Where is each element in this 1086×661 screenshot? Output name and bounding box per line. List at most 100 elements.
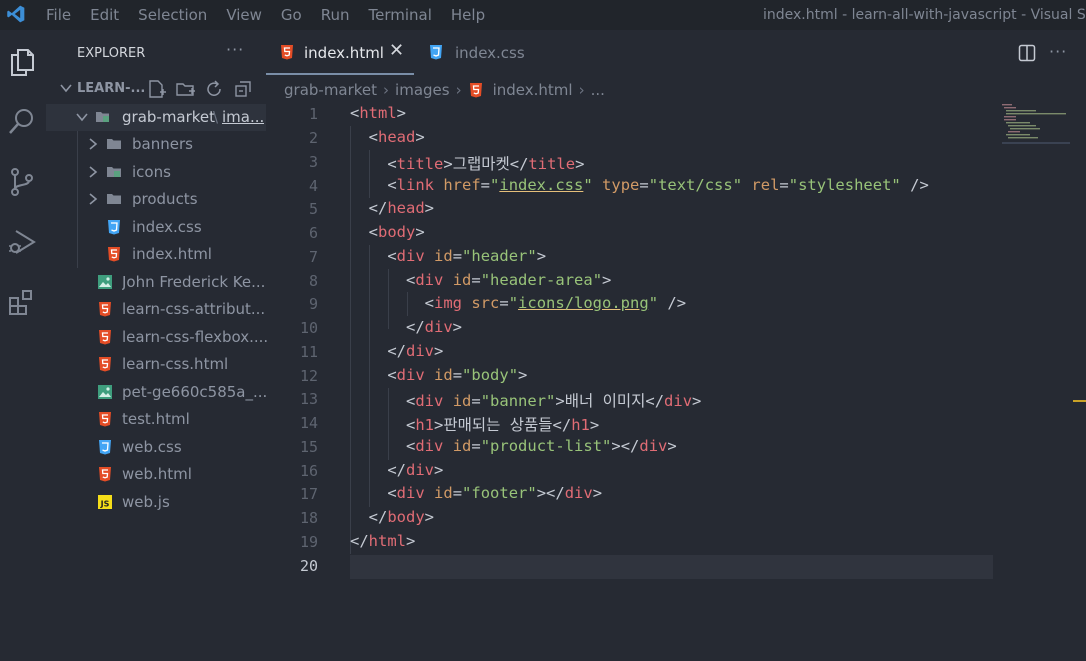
menu-selection[interactable]: Selection [138, 6, 207, 24]
code-line: <div id="header"> [387, 247, 547, 265]
menu-view[interactable]: View [226, 6, 262, 24]
tree-folder-products[interactable]: products [46, 186, 266, 213]
id-value: footer [471, 484, 528, 502]
tree-file-index-css[interactable]: index.css [46, 214, 266, 241]
menu-terminal[interactable]: Terminal [369, 6, 432, 24]
tree-item-label: web.css [122, 438, 182, 456]
code-line: </div> [387, 342, 444, 360]
current-line-highlight [350, 555, 993, 579]
css-file-icon [430, 45, 442, 60]
tree-file-image[interactable]: John Frederick Ke... [46, 269, 266, 296]
tab-close-button[interactable]: ✕ [389, 40, 404, 61]
breadcrumb: grab-market › images › index.html › ... [266, 78, 605, 102]
folder-open-icon [96, 112, 109, 122]
chevron-down-icon [76, 113, 88, 122]
code-line: <body> [368, 223, 425, 241]
menu-edit[interactable]: Edit [90, 6, 119, 24]
explorer-more-button[interactable]: ··· [226, 40, 244, 59]
line-number: 13 [299, 390, 318, 408]
explorer-sidebar: EXPLORER ··· LEARN-... grab-market \ ima… [46, 30, 269, 661]
menu-go[interactable]: Go [281, 6, 302, 24]
tree-folder-path-suffix: ima... [222, 108, 265, 126]
editor-more-button[interactable]: ··· [1049, 42, 1067, 61]
tab-label: index.html [304, 44, 384, 62]
id-value: body [471, 366, 509, 384]
search-icon[interactable] [6, 106, 38, 138]
html-file-icon [108, 247, 120, 262]
img-src-value[interactable]: icons/logo.png [518, 294, 649, 312]
editor-tab-bar: index.html ✕ index.css ··· [266, 30, 1086, 75]
extensions-icon[interactable] [6, 286, 38, 318]
minimap[interactable] [1000, 102, 1072, 146]
tree-file-html[interactable]: web.html [46, 461, 266, 488]
chevron-right-icon [89, 138, 98, 150]
tree-item-label: pet-ge660c585a_... [122, 383, 268, 401]
breadcrumb-item[interactable]: images [395, 81, 450, 99]
tree-file-css[interactable]: web.css [46, 434, 266, 461]
breadcrumb-item[interactable]: grab-market [284, 81, 377, 99]
link-href-value[interactable]: index.css [499, 176, 583, 194]
menu-help[interactable]: Help [451, 6, 485, 24]
refresh-icon[interactable] [204, 79, 225, 99]
tree-folder-grab-market[interactable]: grab-market \ ima... [46, 104, 266, 131]
css-file-icon [99, 440, 111, 455]
css-file-icon [108, 220, 120, 235]
line-number: 8 [308, 272, 318, 290]
line-number: 19 [299, 533, 318, 551]
tree-item-label: learn-css-flexbox.... [122, 328, 269, 346]
line-number-current: 20 [299, 557, 318, 575]
tree-folder-icons[interactable]: icons [46, 159, 266, 186]
path-separator: \ [213, 108, 219, 126]
tree-item-label: John Frederick Ke... [122, 273, 266, 291]
line-number: 16 [299, 462, 318, 480]
workspace-root[interactable]: LEARN-... [46, 77, 266, 101]
code-line: <div id="banner">배너 이미지</div> [406, 392, 702, 410]
folder-icon [107, 194, 121, 204]
code-line: </div> [387, 461, 444, 479]
line-number: 6 [308, 224, 318, 242]
code-line: <div id="body"> [387, 366, 528, 384]
line-number: 1 [308, 105, 318, 123]
code-line: <html> [350, 104, 407, 122]
collapse-all-icon[interactable] [233, 79, 254, 99]
tree-file-image[interactable]: pet-ge660c585a_... [46, 379, 268, 406]
tree-file-html[interactable]: learn-css-flexbox.... [46, 324, 269, 351]
html-file-icon [99, 330, 111, 345]
run-debug-icon[interactable] [6, 226, 38, 258]
html-file-icon [281, 45, 293, 60]
menu-run[interactable]: Run [321, 6, 350, 24]
tree-file-index-html[interactable]: index.html [46, 241, 266, 268]
split-editor-icon[interactable] [1018, 44, 1036, 62]
tree-folder-banners[interactable]: banners [46, 131, 266, 158]
tab-index-html[interactable]: index.html ✕ [266, 30, 414, 75]
code-line: <div id="header-area"> [406, 271, 612, 289]
tree-item-label: learn-css.html [122, 355, 229, 373]
tab-index-css[interactable]: index.css [414, 30, 544, 75]
new-folder-icon[interactable] [175, 79, 196, 99]
tree-file-html[interactable]: learn-css-attribut... [46, 296, 266, 323]
source-control-icon[interactable] [6, 166, 38, 198]
folder-icons-icon [107, 167, 121, 177]
line-number: 7 [308, 248, 318, 266]
breadcrumb-item[interactable]: ... [591, 81, 605, 99]
code-line: </div> [406, 318, 463, 336]
tree-item-label: products [132, 190, 198, 208]
workspace-root-label: LEARN-... [77, 81, 146, 96]
link-type-value: text/css [658, 176, 733, 194]
tree-file-js[interactable]: JS web.js [46, 489, 266, 516]
code-line: <img src="icons/logo.png" /> [424, 294, 687, 312]
tree-file-html[interactable]: learn-css.html [46, 351, 266, 378]
tree-item-label: index.html [132, 245, 212, 263]
vscode-logo-icon [7, 5, 25, 23]
line-number: 17 [299, 485, 318, 503]
menu-file[interactable]: File [46, 6, 71, 24]
explorer-icon[interactable] [6, 46, 38, 78]
new-file-icon[interactable] [146, 79, 167, 99]
tab-label: index.css [455, 44, 525, 62]
window-title: index.html - learn-all-with-javascript -… [763, 7, 1086, 23]
h1-text: 판매되는 상품들 [443, 416, 553, 434]
chevron-right-icon [89, 166, 98, 178]
tree-file-html[interactable]: test.html [46, 406, 266, 433]
breadcrumb-item[interactable]: index.html [493, 81, 573, 99]
code-editor[interactable]: 1 2 3 4 5 6 7 8 9 10 11 12 13 14 15 16 1… [266, 102, 1086, 661]
